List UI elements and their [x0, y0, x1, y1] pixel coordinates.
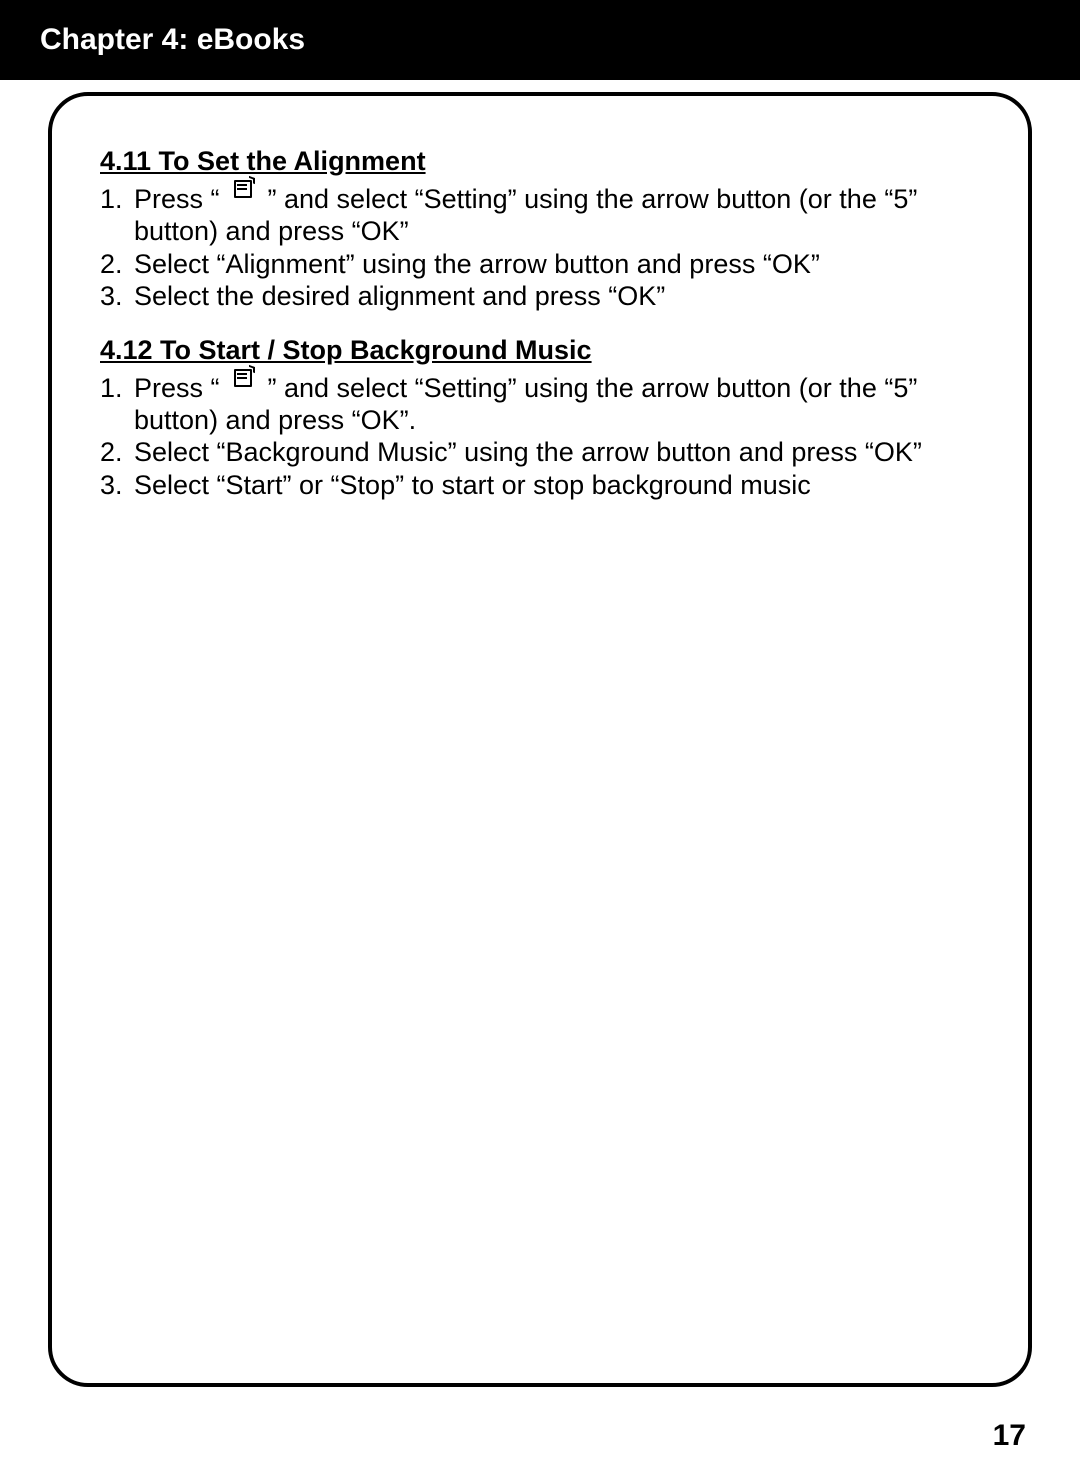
step-text: Select the desired alignment and press “…: [134, 281, 665, 311]
step-number: 2.: [100, 248, 123, 280]
content-frame: 4.11 To Set the Alignment 1. Press “” an…: [48, 92, 1032, 1387]
chapter-header: Chapter 4: eBooks: [0, 0, 1080, 80]
page-number: 17: [993, 1419, 1026, 1453]
step-text: Select “Alignment” using the arrow butto…: [134, 249, 820, 279]
menu-icon: [234, 369, 254, 387]
section-bg-music: 4.12 To Start / Stop Background Music 1.…: [100, 335, 992, 502]
step-item: 1. Press “” and select “Setting” using t…: [100, 372, 992, 437]
step-item: 3. Select “Start” or “Stop” to start or …: [100, 469, 992, 501]
step-text-pre: Press “: [134, 184, 220, 214]
steps-list: 1. Press “” and select “Setting” using t…: [100, 183, 992, 313]
step-number: 1.: [100, 183, 123, 215]
step-item: 3. Select the desired alignment and pres…: [100, 280, 992, 312]
step-item: 2. Select “Background Music” using the a…: [100, 436, 992, 468]
section-heading: 4.11 To Set the Alignment: [100, 146, 992, 177]
step-item: 2. Select “Alignment” using the arrow bu…: [100, 248, 992, 280]
step-number: 3.: [100, 280, 123, 312]
section-heading: 4.12 To Start / Stop Background Music: [100, 335, 992, 366]
steps-list: 1. Press “” and select “Setting” using t…: [100, 372, 992, 502]
page: Chapter 4: eBooks 4.11 To Set the Alignm…: [0, 0, 1080, 1477]
step-number: 3.: [100, 469, 123, 501]
step-text: Select “Background Music” using the arro…: [134, 437, 922, 467]
step-number: 2.: [100, 436, 123, 468]
section-alignment: 4.11 To Set the Alignment 1. Press “” an…: [100, 146, 992, 313]
menu-icon: [234, 180, 254, 198]
step-number: 1.: [100, 372, 123, 404]
step-text-pre: Press “: [134, 373, 220, 403]
chapter-title: Chapter 4: eBooks: [40, 23, 305, 57]
step-item: 1. Press “” and select “Setting” using t…: [100, 183, 992, 248]
step-text: Select “Start” or “Stop” to start or sto…: [134, 470, 811, 500]
